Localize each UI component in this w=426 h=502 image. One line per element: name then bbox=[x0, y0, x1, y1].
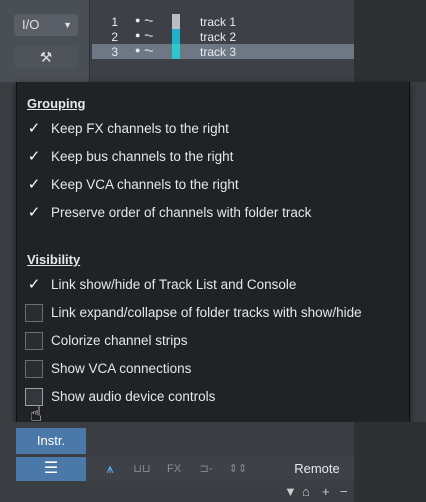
option-label: Keep bus channels to the right bbox=[51, 149, 234, 164]
checkbox[interactable] bbox=[25, 332, 43, 350]
checkmark-icon: ✓ bbox=[27, 276, 41, 293]
remote-button[interactable]: Remote bbox=[282, 457, 352, 481]
top-right-area bbox=[354, 0, 426, 82]
io-column: I/O ▼ ⚒ bbox=[0, 0, 90, 82]
chevron-down-icon: ▼ bbox=[63, 20, 72, 30]
remove-icon[interactable]: − bbox=[340, 484, 348, 499]
track-row[interactable]: 3 ● ⏦ track 3 bbox=[92, 43, 354, 59]
waveform-icon[interactable]: ⩚ bbox=[96, 457, 124, 481]
monitor-wave-icon[interactable]: ⏦ bbox=[144, 43, 154, 58]
option-label: Preserve order of channels with folder t… bbox=[51, 205, 312, 220]
bottom-toolbar: Instr. ☰ ⩚ ⊔⊔ FX ⊐- ⇕⇕ Remote ▼ ⌂ + − bbox=[0, 422, 426, 502]
collapse-arrow-icon[interactable]: ▼ bbox=[284, 484, 297, 499]
wrench-button[interactable]: ⚒ bbox=[14, 46, 78, 68]
option-label: Keep FX channels to the right bbox=[51, 121, 229, 136]
visibility-option[interactable]: Show audio device controls bbox=[25, 386, 405, 408]
checkmark-icon: ✓ bbox=[27, 148, 41, 165]
io-label: I/O bbox=[22, 17, 40, 32]
grouping-option[interactable]: ✓ Keep bus channels to the right bbox=[25, 146, 405, 168]
keyboard-icon[interactable]: ⊔⊔ bbox=[128, 457, 156, 481]
grouping-title: Grouping bbox=[27, 96, 86, 111]
checkbox[interactable]: ✓ bbox=[25, 148, 43, 166]
record-dot-icon[interactable]: ● bbox=[135, 45, 140, 55]
track-color-swatch bbox=[172, 44, 180, 59]
lock-icon[interactable]: ⌂ bbox=[302, 484, 310, 499]
visibility-option[interactable]: ✓ Link show/hide of Track List and Consol… bbox=[25, 274, 405, 296]
routing-icon[interactable]: ⊐- bbox=[192, 457, 220, 481]
checkbox[interactable] bbox=[25, 304, 43, 322]
track-name: track 2 bbox=[200, 30, 237, 44]
track-header-area: I/O ▼ ⚒ 1 ● ⏦ track 1 2 ● ⏦ track 2 3 ● ⏦ track 3 bbox=[0, 0, 426, 82]
grouping-option[interactable]: ✓ Keep FX channels to the right bbox=[25, 118, 405, 140]
option-label: Colorize channel strips bbox=[51, 333, 188, 348]
checkmark-icon: ✓ bbox=[27, 120, 41, 137]
track-color-swatch bbox=[172, 14, 180, 29]
console-options-panel: Grouping ✓ Keep FX channels to the right ✓… bbox=[16, 82, 410, 422]
visibility-option[interactable]: Link expand/collapse of folder tracks wi… bbox=[25, 302, 405, 324]
option-label: Show VCA connections bbox=[51, 361, 192, 376]
record-dot-icon[interactable]: ● bbox=[135, 15, 140, 25]
checkbox[interactable]: ✓ bbox=[25, 176, 43, 194]
bottom-mini-controls: ▼ ⌂ + − bbox=[16, 484, 354, 502]
tool-row: ☰ ⩚ ⊔⊔ FX ⊐- ⇕⇕ Remote bbox=[16, 457, 354, 481]
list-button[interactable]: ☰ bbox=[16, 457, 86, 481]
io-dropdown[interactable]: I/O ▼ bbox=[14, 14, 78, 36]
visibility-title: Visibility bbox=[27, 252, 81, 267]
visibility-option[interactable]: Colorize channel strips bbox=[25, 330, 405, 352]
add-icon[interactable]: + bbox=[322, 484, 330, 499]
instr-tab[interactable]: Instr. bbox=[16, 428, 86, 454]
track-name: track 3 bbox=[200, 45, 237, 59]
checkbox[interactable] bbox=[25, 360, 43, 378]
monitor-wave-icon[interactable]: ⏦ bbox=[144, 28, 154, 43]
updown-icon[interactable]: ⇕⇕ bbox=[224, 457, 252, 481]
list-icon: ☰ bbox=[43, 460, 59, 477]
checkbox[interactable]: ✓ bbox=[25, 276, 43, 294]
wrench-icon: ⚒ bbox=[39, 49, 53, 65]
option-label: Show audio device controls bbox=[51, 389, 216, 404]
checkbox[interactable]: ✓ bbox=[25, 120, 43, 138]
track-row[interactable]: 1 ● ⏦ track 1 bbox=[92, 13, 354, 29]
checkbox[interactable]: ✓ bbox=[25, 204, 43, 222]
fx-icon[interactable]: FX bbox=[160, 457, 188, 481]
track-list: 1 ● ⏦ track 1 2 ● ⏦ track 2 3 ● ⏦ track 3 bbox=[92, 13, 354, 59]
monitor-wave-icon[interactable]: ⏦ bbox=[144, 13, 154, 28]
track-color-swatch bbox=[172, 29, 180, 44]
option-label: Keep VCA channels to the right bbox=[51, 177, 239, 192]
grouping-option[interactable]: ✓ Preserve order of channels with folder … bbox=[25, 202, 405, 224]
track-row[interactable]: 2 ● ⏦ track 2 bbox=[92, 28, 354, 44]
track-number: 3 bbox=[111, 45, 118, 59]
grouping-option[interactable]: ✓ Keep VCA channels to the right bbox=[25, 174, 405, 196]
checkmark-icon: ✓ bbox=[27, 204, 41, 221]
bottom-right-area bbox=[354, 422, 426, 502]
visibility-option[interactable]: Show VCA connections bbox=[25, 358, 405, 380]
track-number: 1 bbox=[111, 15, 118, 29]
option-label: Link show/hide of Track List and Console bbox=[51, 277, 297, 292]
track-number: 2 bbox=[111, 30, 118, 44]
option-label: Link expand/collapse of folder tracks wi… bbox=[51, 305, 362, 320]
record-dot-icon[interactable]: ● bbox=[135, 30, 140, 40]
checkmark-icon: ✓ bbox=[27, 176, 41, 193]
track-name: track 1 bbox=[200, 15, 237, 29]
